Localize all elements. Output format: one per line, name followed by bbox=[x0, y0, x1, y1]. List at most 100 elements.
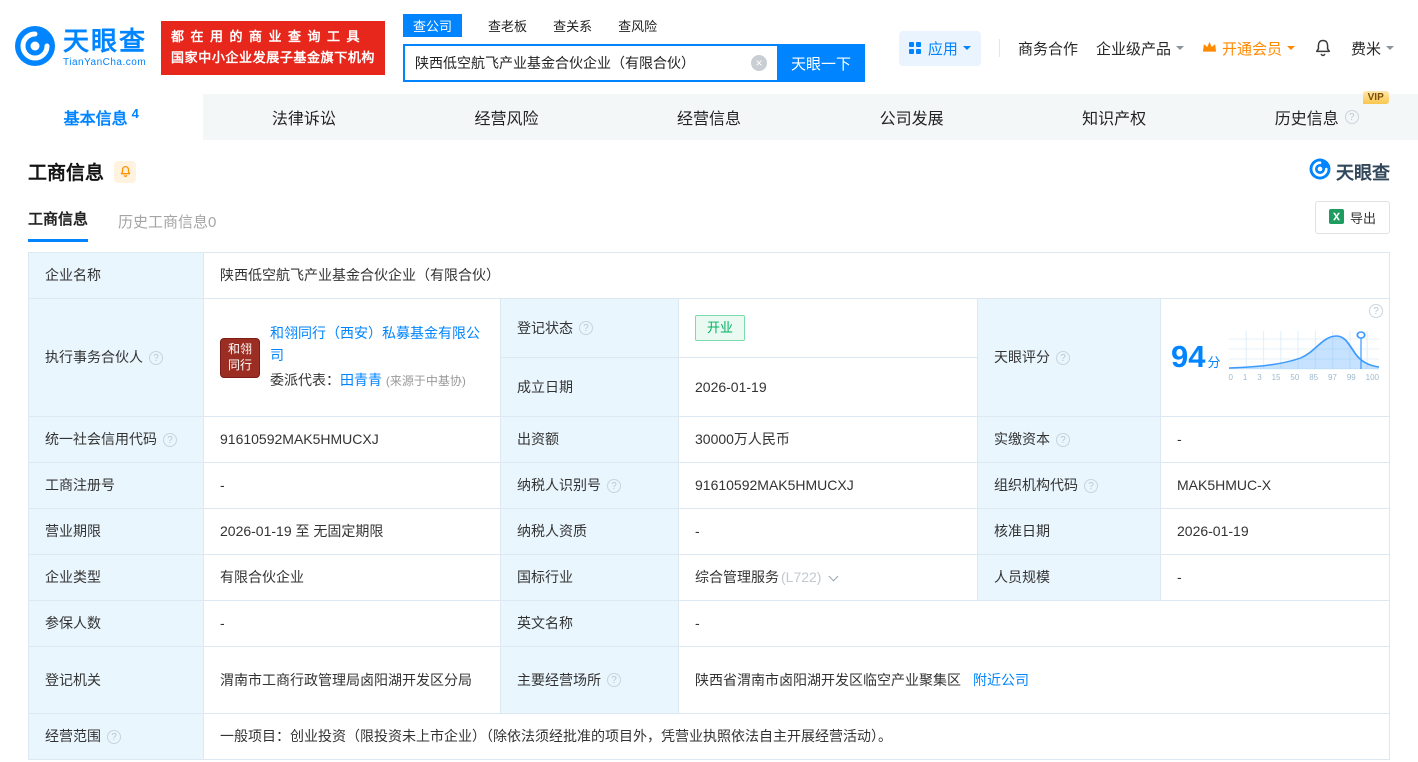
field-executive-partner-value: 和翎同行 和翎同行（西安）私募基金有限公司 委派代表：田青青 (来源于中基协) bbox=[204, 299, 501, 416]
status-badge: 开业 bbox=[695, 315, 745, 341]
tab-operating-risk[interactable]: 经营风险 bbox=[405, 94, 608, 140]
help-icon[interactable] bbox=[107, 730, 121, 744]
partner-company-logo: 和翎同行 bbox=[220, 338, 260, 378]
tab-intellectual-property[interactable]: 知识产权 bbox=[1013, 94, 1216, 140]
search-tab-relation[interactable]: 查关系 bbox=[553, 16, 592, 35]
tianyancha-watermark: 天眼查 bbox=[1309, 158, 1390, 185]
top-menu: 应用 商务合作 企业级产品 开通会员 费米 bbox=[899, 31, 1394, 66]
industry-expand-icon[interactable] bbox=[829, 571, 839, 581]
menu-enterprise-products[interactable]: 企业级产品 bbox=[1096, 38, 1184, 59]
user-menu[interactable]: 费米 bbox=[1351, 38, 1394, 59]
tab-basic-info[interactable]: 基本信息4 bbox=[0, 94, 203, 140]
search-area: 查公司 查老板 查关系 查风险 天眼一下 bbox=[403, 14, 865, 82]
help-icon[interactable] bbox=[607, 673, 621, 687]
tab-company-development[interactable]: 公司发展 bbox=[810, 94, 1013, 140]
field-industry-value: 综合管理服务(L722) bbox=[679, 555, 978, 600]
help-icon[interactable] bbox=[149, 351, 163, 365]
field-company-type-label: 企业类型 bbox=[29, 555, 204, 600]
field-org-code-value: MAK5HMUC-X bbox=[1161, 463, 1389, 508]
field-taxpayer-quality-value: - bbox=[679, 509, 978, 554]
row-regno-taxid-orgcode: 工商注册号 - 纳税人识别号 91610592MAK5HMUCXJ 组织机构代码… bbox=[29, 462, 1389, 508]
logo-brand-text: 天眼查 bbox=[63, 28, 147, 54]
row-partner-status-score: 执行事务合伙人 和翎同行 和翎同行（西安）私募基金有限公司 委派代表：田青青 (… bbox=[29, 298, 1389, 416]
tab-legal-proceedings[interactable]: 法律诉讼 bbox=[203, 94, 406, 140]
status-date-column: 登记状态 开业 成立日期 2026-01-19 bbox=[501, 299, 978, 416]
field-org-code-label: 组织机构代码 bbox=[978, 463, 1161, 508]
deputy-source: (来源于中基协) bbox=[386, 374, 466, 388]
field-staff-size-label: 人员规模 bbox=[978, 555, 1161, 600]
field-reg-status-value: 开业 bbox=[679, 299, 978, 357]
promo-banner: 都在用的商业查询工具 国家中小企业发展子基金旗下机构 bbox=[161, 21, 385, 75]
subtab-history-business-info[interactable]: 历史工商信息0 bbox=[118, 211, 216, 242]
row-type-industry-staff: 企业类型 有限合伙企业 国标行业 综合管理服务(L722) 人员规模 - bbox=[29, 554, 1389, 600]
header: 天眼查 TianYanCha.com 都在用的商业查询工具 国家中小企业发展子基… bbox=[0, 0, 1418, 92]
subtab-business-info[interactable]: 工商信息 bbox=[28, 208, 88, 242]
field-insured-count-value: - bbox=[204, 601, 501, 646]
field-business-address-value: 陕西省渭南市卤阳湖开发区临空产业聚集区 附近公司 bbox=[679, 647, 1389, 713]
tianyancha-logo[interactable]: 天眼查 TianYanCha.com bbox=[14, 25, 147, 72]
help-icon[interactable] bbox=[1345, 110, 1359, 124]
apps-menu[interactable]: 应用 bbox=[899, 31, 981, 66]
tab-history-info[interactable]: 历史信息 VIP bbox=[1215, 94, 1418, 140]
chevron-down-icon bbox=[963, 46, 971, 54]
partner-company-link[interactable]: 和翎同行（西安）私募基金有限公司 bbox=[270, 325, 480, 363]
menu-divider bbox=[999, 39, 1000, 57]
field-approval-date-label: 核准日期 bbox=[978, 509, 1161, 554]
search-tab-boss[interactable]: 查老板 bbox=[488, 16, 527, 35]
nearby-companies-link[interactable]: 附近公司 bbox=[973, 670, 1029, 691]
tab-operating-info[interactable]: 经营信息 bbox=[608, 94, 811, 140]
deputy-name-link[interactable]: 田青青 bbox=[340, 372, 382, 388]
search-tab-risk[interactable]: 查风险 bbox=[618, 16, 657, 35]
row-authority-address: 登记机关 渭南市工商行政管理局卤阳湖开发区分局 主要经营场所 陕西省渭南市卤阳湖… bbox=[29, 646, 1389, 713]
field-staff-size-value: - bbox=[1161, 555, 1389, 600]
row-company-name: 企业名称 陕西低空航飞产业基金合伙企业（有限合伙） bbox=[29, 253, 1389, 298]
field-taxpayer-id-label: 纳税人识别号 bbox=[501, 463, 679, 508]
help-icon[interactable] bbox=[1056, 433, 1070, 447]
menu-open-vip[interactable]: 开通会员 bbox=[1202, 38, 1295, 59]
field-score-label: 天眼评分 bbox=[978, 299, 1161, 416]
tianyancha-watermark-icon bbox=[1309, 158, 1331, 185]
monitor-bell-icon[interactable] bbox=[114, 161, 136, 183]
row-term-quality-approval: 营业期限 2026-01-19 至 无固定期限 纳税人资质 - 核准日期 202… bbox=[29, 508, 1389, 554]
field-taxpayer-quality-label: 纳税人资质 bbox=[501, 509, 679, 554]
field-establish-date-value: 2026-01-19 bbox=[679, 358, 978, 416]
chevron-down-icon bbox=[1176, 46, 1184, 54]
help-icon[interactable] bbox=[163, 433, 177, 447]
industry-code: (L722) bbox=[781, 567, 821, 588]
field-taxpayer-id-value: 91610592MAK5HMUCXJ bbox=[679, 463, 978, 508]
notification-bell-icon[interactable] bbox=[1313, 38, 1333, 58]
field-establish-date-label: 成立日期 bbox=[501, 358, 679, 416]
help-icon[interactable] bbox=[607, 479, 621, 493]
export-button[interactable]: 导出 bbox=[1315, 201, 1390, 234]
search-button[interactable]: 天眼一下 bbox=[777, 44, 865, 82]
excel-icon bbox=[1329, 209, 1344, 227]
help-icon[interactable] bbox=[1369, 304, 1383, 318]
help-icon[interactable] bbox=[579, 321, 593, 335]
row-business-scope: 经营范围 一般项目：创业投资（限投资未上市企业）（除依法须经批准的项目外，凭营业… bbox=[29, 713, 1389, 759]
help-icon[interactable] bbox=[1056, 351, 1070, 365]
search-input[interactable] bbox=[403, 44, 777, 82]
field-approval-date-value: 2026-01-19 bbox=[1161, 509, 1389, 554]
field-business-term-label: 营业期限 bbox=[29, 509, 204, 554]
apps-grid-icon bbox=[909, 42, 921, 54]
clear-icon[interactable] bbox=[751, 55, 767, 71]
field-capital-label: 出资额 bbox=[501, 417, 679, 462]
field-credit-code-label: 统一社会信用代码 bbox=[29, 417, 204, 462]
menu-business-cooperation[interactable]: 商务合作 bbox=[1018, 38, 1078, 59]
score-axis-labels: 0131550859799100 bbox=[1229, 372, 1380, 384]
field-insured-count-label: 参保人数 bbox=[29, 601, 204, 646]
field-business-address-label: 主要经营场所 bbox=[501, 647, 679, 713]
search-tab-company[interactable]: 查公司 bbox=[403, 14, 462, 37]
field-paid-capital-label: 实缴资本 bbox=[978, 417, 1161, 462]
promo-banner-line2: 国家中小企业发展子基金旗下机构 bbox=[171, 48, 375, 69]
help-icon[interactable] bbox=[1084, 479, 1098, 493]
tab-count-badge: 4 bbox=[132, 106, 139, 121]
field-business-term-value: 2026-01-19 至 无固定期限 bbox=[204, 509, 501, 554]
field-english-name-label: 英文名称 bbox=[501, 601, 679, 646]
row-insured-english: 参保人数 - 英文名称 - bbox=[29, 600, 1389, 646]
field-reg-authority-label: 登记机关 bbox=[29, 647, 204, 713]
score-curve-chart: 0131550859799100 bbox=[1229, 331, 1380, 384]
chevron-down-icon bbox=[1287, 46, 1295, 54]
field-industry-label: 国标行业 bbox=[501, 555, 679, 600]
field-paid-capital-value: - bbox=[1161, 417, 1389, 462]
